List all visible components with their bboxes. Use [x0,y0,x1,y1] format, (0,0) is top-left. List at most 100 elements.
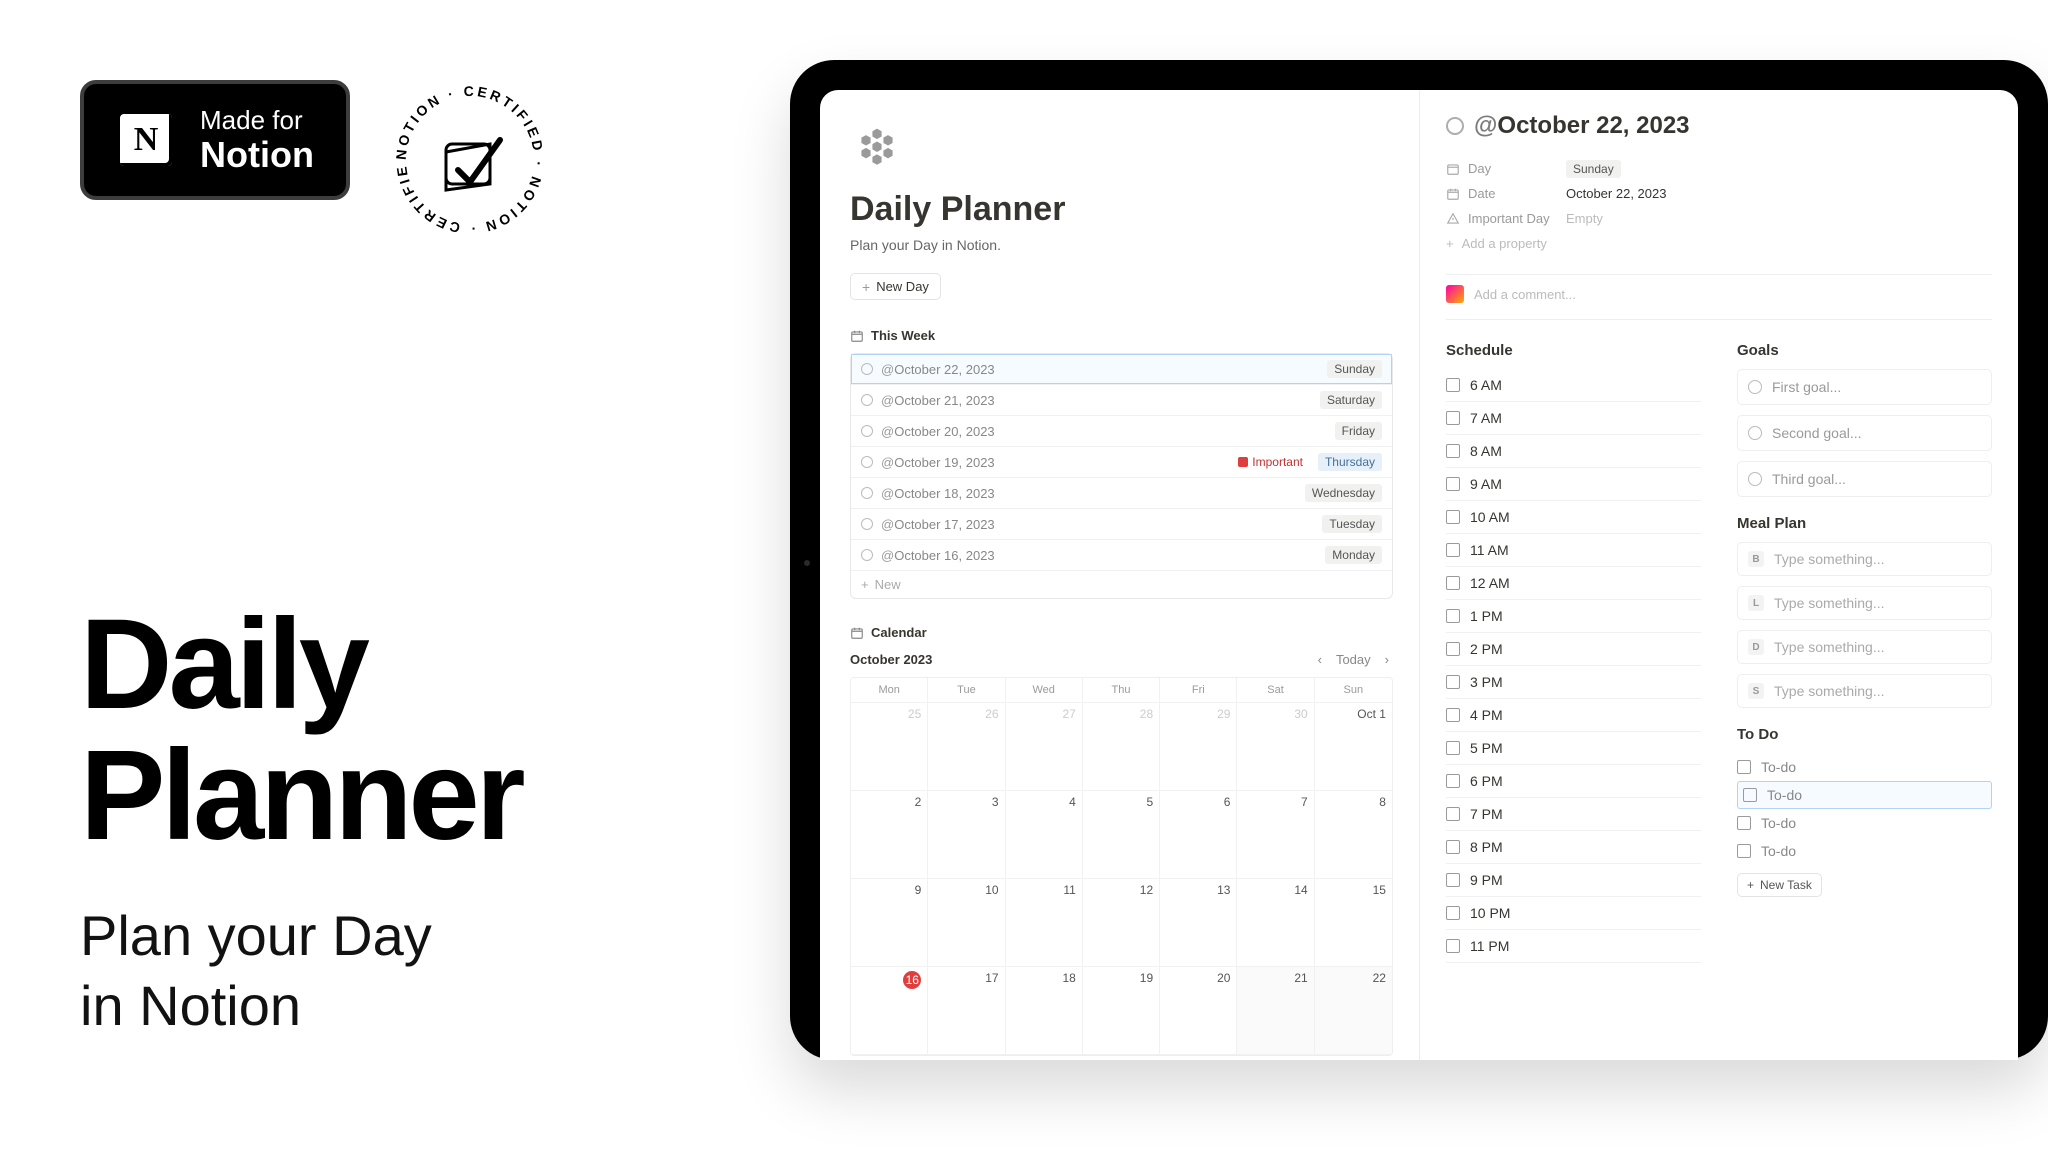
week-row[interactable]: @October 21, 2023Saturday [851,385,1392,416]
calendar-cell[interactable]: 21 [1237,967,1314,1055]
checkbox-icon[interactable] [1446,708,1460,722]
calendar-next-button[interactable]: › [1381,650,1393,669]
checkbox-icon[interactable] [1446,642,1460,656]
calendar-cell[interactable]: 15 [1315,879,1392,967]
calendar-prev-button[interactable]: ‹ [1314,650,1326,669]
checkbox-icon[interactable] [1446,840,1460,854]
calendar-cell[interactable]: 11 [1006,879,1083,967]
week-row[interactable]: @October 19, 2023ImportantThursday [851,447,1392,478]
schedule-row[interactable]: 9 AM [1446,468,1701,501]
checkbox-icon[interactable] [1737,816,1751,830]
schedule-row[interactable]: 6 AM [1446,369,1701,402]
week-row[interactable]: @October 16, 2023Monday [851,540,1392,571]
schedule-row[interactable]: 10 PM [1446,897,1701,930]
checkbox-icon[interactable] [1446,873,1460,887]
calendar-cell[interactable]: 6 [1160,791,1237,879]
calendar-cell[interactable]: 18 [1006,967,1083,1055]
meal-row[interactable]: BType something... [1737,542,1992,576]
calendar-cell[interactable]: 9 [851,879,928,967]
add-property-button[interactable]: +Add a property [1446,231,1992,256]
schedule-row[interactable]: 11 PM [1446,930,1701,963]
calendar-cell[interactable]: 2 [851,791,928,879]
checkbox-icon[interactable] [1446,543,1460,557]
calendar-cell[interactable]: 26 [928,703,1005,791]
calendar-cell[interactable]: Oct 1 [1315,703,1392,791]
calendar-cell[interactable]: 16 [851,967,928,1055]
checkbox-icon[interactable] [1446,741,1460,755]
week-row[interactable]: @October 20, 2023Friday [851,416,1392,447]
schedule-row[interactable]: 2 PM [1446,633,1701,666]
calendar-cell[interactable]: 17 [928,967,1005,1055]
checkbox-icon[interactable] [1446,477,1460,491]
calendar-today-button[interactable]: Today [1336,652,1371,667]
new-row-button[interactable]: +New [851,571,1392,598]
meal-row[interactable]: DType something... [1737,630,1992,664]
calendar-cell[interactable]: 8 [1315,791,1392,879]
checkbox-icon[interactable] [1446,378,1460,392]
schedule-row[interactable]: 4 PM [1446,699,1701,732]
schedule-row[interactable]: 6 PM [1446,765,1701,798]
add-comment-input[interactable]: Add a comment... [1446,274,1992,320]
goal-row[interactable]: First goal... [1737,369,1992,405]
checkbox-icon[interactable] [1446,510,1460,524]
checkbox-icon[interactable] [1737,760,1751,774]
checkbox-icon[interactable] [1446,609,1460,623]
new-task-button[interactable]: +New Task [1737,873,1822,897]
new-day-button[interactable]: +New Day [850,273,941,300]
property-day[interactable]: Day Sunday [1446,156,1992,181]
checkbox-icon[interactable] [1446,939,1460,953]
checkbox-icon[interactable] [1446,906,1460,920]
goal-row[interactable]: Second goal... [1737,415,1992,451]
calendar-cell[interactable]: 30 [1237,703,1314,791]
checkbox-icon[interactable] [1446,411,1460,425]
calendar-cell[interactable]: 20 [1160,967,1237,1055]
schedule-row[interactable]: 8 AM [1446,435,1701,468]
schedule-row[interactable]: 5 PM [1446,732,1701,765]
todo-row[interactable]: To-do [1737,781,1992,809]
checkbox-icon[interactable] [1446,774,1460,788]
calendar-cell[interactable]: 3 [928,791,1005,879]
page-icon[interactable] [850,120,904,174]
todo-row[interactable]: To-do [1737,837,1992,865]
calendar-cell[interactable]: 4 [1006,791,1083,879]
week-row[interactable]: @October 17, 2023Tuesday [851,509,1392,540]
property-important-day[interactable]: Important Day Empty [1446,206,1992,231]
schedule-row[interactable]: 7 PM [1446,798,1701,831]
calendar-cell[interactable]: 12 [1083,879,1160,967]
checkbox-icon[interactable] [1446,444,1460,458]
calendar-cell[interactable]: 5 [1083,791,1160,879]
calendar-cell[interactable]: 10 [928,879,1005,967]
calendar-cell[interactable]: 28 [1083,703,1160,791]
schedule-row[interactable]: 8 PM [1446,831,1701,864]
goal-row[interactable]: Third goal... [1737,461,1992,497]
day-tag: Tuesday [1322,515,1382,533]
calendar-cell[interactable]: 14 [1237,879,1314,967]
calendar-cell[interactable]: 29 [1160,703,1237,791]
week-row[interactable]: @October 22, 2023Sunday [851,354,1392,385]
schedule-row[interactable]: 11 AM [1446,534,1701,567]
checkbox-icon[interactable] [1446,576,1460,590]
property-date[interactable]: Date October 22, 2023 [1446,181,1992,206]
schedule-row[interactable]: 3 PM [1446,666,1701,699]
todo-row[interactable]: To-do [1737,809,1992,837]
schedule-row[interactable]: 9 PM [1446,864,1701,897]
schedule-row[interactable]: 10 AM [1446,501,1701,534]
schedule-row[interactable]: 12 AM [1446,567,1701,600]
week-row[interactable]: @October 18, 2023Wednesday [851,478,1392,509]
calendar-cell[interactable]: 27 [1006,703,1083,791]
meal-row[interactable]: LType something... [1737,586,1992,620]
checkbox-icon[interactable] [1743,788,1757,802]
checkbox-icon[interactable] [1446,807,1460,821]
calendar-cell[interactable]: 25 [851,703,928,791]
calendar-cell[interactable]: 13 [1160,879,1237,967]
page-status-circle-icon[interactable] [1446,117,1464,135]
schedule-row[interactable]: 7 AM [1446,402,1701,435]
checkbox-icon[interactable] [1737,844,1751,858]
calendar-cell[interactable]: 22 [1315,967,1392,1055]
todo-row[interactable]: To-do [1737,753,1992,781]
meal-row[interactable]: SType something... [1737,674,1992,708]
schedule-row[interactable]: 1 PM [1446,600,1701,633]
calendar-cell[interactable]: 7 [1237,791,1314,879]
checkbox-icon[interactable] [1446,675,1460,689]
calendar-cell[interactable]: 19 [1083,967,1160,1055]
